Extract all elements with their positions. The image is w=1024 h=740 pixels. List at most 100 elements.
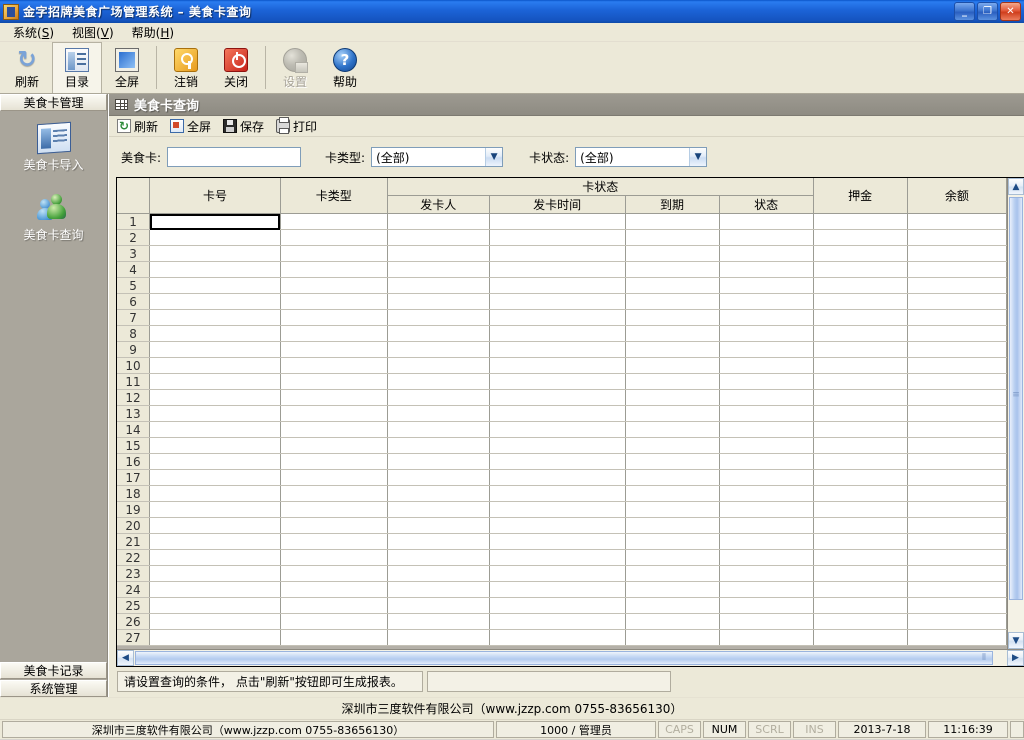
window-titlebar[interactable]: 金字招牌美食广场管理系统 – 美食卡查询 _ ❐ ✕	[0, 0, 1024, 23]
grid-cell[interactable]	[813, 277, 908, 294]
grid-cell[interactable]	[149, 501, 281, 518]
table-row[interactable]: 8	[117, 325, 1007, 342]
card-number-input[interactable]	[167, 147, 302, 167]
grid-cell[interactable]	[625, 549, 720, 566]
row-header[interactable]: 18	[117, 485, 151, 502]
row-header[interactable]: 2	[117, 229, 151, 246]
row-header[interactable]: 8	[117, 325, 151, 342]
grid-cell[interactable]	[149, 261, 281, 278]
grid-cell[interactable]	[387, 437, 490, 454]
grid-cell[interactable]	[280, 437, 388, 454]
grid-cell[interactable]	[489, 469, 626, 486]
grid-cell[interactable]	[387, 277, 490, 294]
table-row[interactable]: 18	[117, 485, 1007, 502]
row-header[interactable]: 10	[117, 357, 151, 374]
grid-cell[interactable]	[489, 533, 626, 550]
grid-cell[interactable]	[907, 357, 1007, 374]
grid-cell[interactable]	[625, 485, 720, 502]
grid-cell[interactable]	[280, 501, 388, 518]
grid-cell[interactable]	[625, 309, 720, 326]
table-row[interactable]: 5	[117, 277, 1007, 294]
grid-cell[interactable]	[813, 229, 908, 246]
grid-cell[interactable]	[907, 229, 1007, 246]
table-row[interactable]: 15	[117, 437, 1007, 454]
grid-cell[interactable]	[719, 325, 814, 342]
grid-cell[interactable]	[387, 549, 490, 566]
grid-cell[interactable]	[625, 261, 720, 278]
row-header[interactable]: 25	[117, 597, 151, 614]
grid-cell[interactable]	[489, 629, 626, 646]
horizontal-scroll-thumb[interactable]	[135, 651, 993, 665]
grid-cell[interactable]	[625, 501, 720, 518]
grid-cell[interactable]	[280, 277, 388, 294]
grid-cell[interactable]	[813, 261, 908, 278]
grid-cell[interactable]	[489, 501, 626, 518]
table-row[interactable]: 1	[117, 213, 1007, 230]
grid-cell[interactable]	[625, 437, 720, 454]
grid-cell[interactable]	[149, 373, 281, 390]
grid-cell[interactable]	[907, 325, 1007, 342]
row-header[interactable]: 5	[117, 277, 151, 294]
grid-cell[interactable]	[907, 293, 1007, 310]
row-header[interactable]: 22	[117, 549, 151, 566]
grid-cell[interactable]	[280, 389, 388, 406]
grid-cell[interactable]	[625, 453, 720, 470]
grid-cell[interactable]	[149, 245, 281, 262]
grid-cell[interactable]	[149, 277, 281, 294]
grid-cell[interactable]	[280, 373, 388, 390]
grid-cell[interactable]	[719, 485, 814, 502]
table-row[interactable]: 20	[117, 517, 1007, 534]
grid-cell[interactable]	[387, 485, 490, 502]
grid-cell[interactable]	[719, 629, 814, 646]
grid-cell[interactable]	[387, 405, 490, 422]
grid-cell[interactable]	[625, 405, 720, 422]
toolbar-button-fullscreen[interactable]: 全屏	[102, 42, 152, 93]
grid-cell[interactable]	[387, 373, 490, 390]
grid-cell[interactable]	[907, 245, 1007, 262]
toolbar-button-close[interactable]: 关闭	[211, 42, 261, 93]
row-header[interactable]: 6	[117, 293, 151, 310]
row-header[interactable]: 26	[117, 613, 151, 630]
grid-cell[interactable]	[149, 229, 281, 246]
restore-button[interactable]: ❐	[977, 2, 998, 21]
grid-cell[interactable]	[719, 453, 814, 470]
grid-cell[interactable]	[149, 597, 281, 614]
table-row[interactable]: 3	[117, 245, 1007, 262]
grid-cell[interactable]	[907, 261, 1007, 278]
grid-cell[interactable]	[387, 261, 490, 278]
grid-cell[interactable]	[907, 373, 1007, 390]
grid-col-issue-time[interactable]: 发卡时间	[489, 195, 626, 214]
grid-cell[interactable]	[280, 293, 388, 310]
grid-cell[interactable]	[387, 421, 490, 438]
grid-cell[interactable]	[813, 581, 908, 598]
grid-cell[interactable]	[907, 485, 1007, 502]
grid-cell[interactable]	[489, 549, 626, 566]
table-row[interactable]: 22	[117, 549, 1007, 566]
grid-cell[interactable]	[280, 245, 388, 262]
toolbar-button-refresh[interactable]: 刷新	[2, 42, 52, 93]
grid-cell[interactable]	[719, 501, 814, 518]
grid-cell[interactable]	[149, 549, 281, 566]
grid-cell[interactable]	[813, 341, 908, 358]
grid-cell[interactable]	[387, 533, 490, 550]
table-row[interactable]: 13	[117, 405, 1007, 422]
grid-cell[interactable]	[489, 229, 626, 246]
grid-cell[interactable]	[489, 613, 626, 630]
grid-cell[interactable]	[280, 517, 388, 534]
grid-cell[interactable]	[489, 517, 626, 534]
grid-cell[interactable]	[813, 597, 908, 614]
grid-cell[interactable]	[907, 613, 1007, 630]
table-row[interactable]: 25	[117, 597, 1007, 614]
grid-cell[interactable]	[625, 229, 720, 246]
row-header[interactable]: 24	[117, 581, 151, 598]
grid-cell[interactable]	[719, 373, 814, 390]
grid-cell[interactable]	[813, 549, 908, 566]
grid-cell[interactable]	[387, 613, 490, 630]
vertical-scroll-track[interactable]	[1008, 195, 1024, 632]
grid-cell[interactable]	[907, 453, 1007, 470]
table-row[interactable]: 12	[117, 389, 1007, 406]
grid-cell[interactable]	[719, 597, 814, 614]
grid-cell[interactable]	[387, 213, 490, 230]
table-row[interactable]: 6	[117, 293, 1007, 310]
grid-cell[interactable]	[280, 213, 388, 230]
